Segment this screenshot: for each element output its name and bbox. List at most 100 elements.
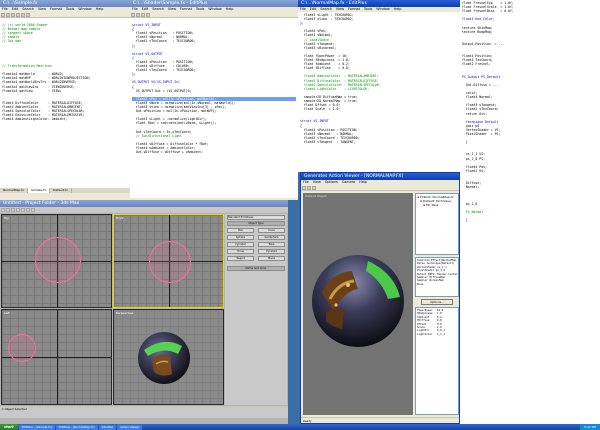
object-type-buttons: Box Cone Sphere GeoSphere Cylinder Tube Torus P… bbox=[225, 227, 287, 262]
save-file-button[interactable] bbox=[141, 13, 145, 17]
fx-viewer-titlebar[interactable]: Generates Action Viewer - [NORMALMAP.FX] bbox=[301, 173, 459, 180]
open-file-button[interactable] bbox=[136, 13, 140, 17]
editor-left-code[interactable]: // (c) world 2006 Shader// Normal map sa… bbox=[0, 18, 148, 188]
menu-item-camera[interactable]: Camera bbox=[342, 180, 355, 184]
save-file-button[interactable] bbox=[11, 13, 15, 17]
viewport-top[interactable]: Top bbox=[1, 214, 112, 308]
cut-button[interactable] bbox=[16, 13, 20, 17]
menu-item-tools[interactable]: Tools bbox=[66, 7, 74, 11]
property-value[interactable]: 1,1,1 bbox=[437, 333, 457, 336]
torus-button[interactable]: Torus bbox=[227, 249, 254, 254]
menu-item-view[interactable]: View bbox=[168, 7, 176, 11]
menu-item-window[interactable]: Window bbox=[208, 7, 221, 11]
menu-item-window[interactable]: Window bbox=[376, 7, 389, 11]
start-button[interactable]: start bbox=[0, 424, 18, 430]
menu-item-format[interactable]: Format bbox=[348, 7, 360, 11]
menu-item-edit[interactable]: Edit bbox=[310, 7, 317, 11]
pyramid-button[interactable]: Pyramid bbox=[258, 249, 285, 254]
material-editor-icon[interactable] bbox=[26, 208, 30, 212]
menu-item-tools[interactable]: Tools bbox=[196, 7, 204, 11]
menu-item-options[interactable]: Options bbox=[325, 180, 338, 184]
property-row[interactable]: LightColor 1,1,1 bbox=[417, 333, 457, 336]
menu-item-search[interactable]: Search bbox=[320, 7, 332, 11]
tube-button[interactable]: Tube bbox=[258, 242, 285, 247]
code-line: float3 vTangent : TANGENT; bbox=[300, 139, 356, 144]
geosphere-button[interactable]: GeoSphere bbox=[258, 235, 285, 240]
move-tool-icon[interactable] bbox=[6, 208, 10, 212]
play-icon[interactable] bbox=[312, 186, 316, 190]
menu-item-help[interactable]: Help bbox=[96, 7, 104, 11]
menu-item-view[interactable]: View bbox=[336, 7, 344, 11]
cone-button[interactable]: Cone bbox=[258, 228, 285, 233]
box-button[interactable]: Box bbox=[227, 228, 254, 233]
render-icon[interactable] bbox=[31, 208, 35, 212]
link-tool-icon[interactable] bbox=[21, 208, 25, 212]
taskbar-item[interactable]: Action Viewer bbox=[117, 424, 143, 430]
copy-button[interactable] bbox=[21, 13, 25, 17]
viewport-label: Perspective bbox=[116, 311, 134, 315]
file-tab[interactable]: Sample.fx bbox=[27, 188, 51, 193]
render-viewport[interactable]: Default Object bbox=[303, 193, 413, 415]
find-button[interactable] bbox=[146, 13, 150, 17]
taskbar-item[interactable]: 3ds Max bbox=[98, 424, 117, 430]
file-tab[interactable]: Default.fx bbox=[50, 188, 72, 193]
new-file-button[interactable] bbox=[131, 13, 135, 17]
menu-item-format[interactable]: Format bbox=[50, 7, 62, 11]
editor-left-titlebar[interactable]: C:\...\Sample.fx bbox=[0, 0, 148, 7]
sphere-button[interactable]: Sphere bbox=[227, 235, 254, 240]
taskbar-item[interactable]: EditPlus - [NormalMap.fx] bbox=[55, 424, 98, 430]
effect-tree[interactable]: ▪ FXRoot: NormalMap.fx ▪ Default: Techniq… bbox=[415, 193, 459, 255]
tree-node[interactable]: ▪ P0: Pass bbox=[417, 203, 457, 207]
menu-item-help[interactable]: Help bbox=[226, 7, 234, 11]
file-tab[interactable]: NormalMap.fx bbox=[0, 188, 28, 193]
menu-item-search[interactable]: Search bbox=[152, 7, 164, 11]
new-file-button[interactable] bbox=[1, 13, 5, 17]
menu-item-edit[interactable]: Edit bbox=[12, 7, 19, 11]
editor-window-right: C:\...\NormalMap.fx - EditPlus File Edit S… bbox=[298, 0, 460, 172]
menu-item-file[interactable]: File bbox=[132, 7, 138, 11]
property-grid[interactable]: fSpecPower 16.0 fBumpiness 1.0 fAmbient 0.2 fD… bbox=[415, 307, 459, 415]
menu-item-format[interactable]: Format bbox=[180, 7, 192, 11]
menu-item-file[interactable]: File bbox=[2, 7, 8, 11]
editor-mid-titlebar[interactable]: C:\...\Shader\Sample.fx - EditPlus bbox=[130, 0, 298, 7]
viewport-label: Top bbox=[4, 216, 10, 220]
menu-item-help[interactable]: Help bbox=[394, 7, 402, 11]
object-type-row: Box Cone bbox=[225, 227, 287, 234]
primitive-type-dropdown[interactable]: Standard Primitives bbox=[227, 215, 285, 220]
paste-button[interactable] bbox=[26, 13, 30, 17]
menu-item-file[interactable]: File bbox=[303, 180, 309, 184]
editor-window-left: C:\...\Sample.fx File Edit Search View Forma… bbox=[0, 0, 148, 200]
teapot-button[interactable]: Teapot bbox=[227, 256, 254, 261]
menu-item-tools[interactable]: Tools bbox=[364, 7, 372, 11]
options-button[interactable]: Options... bbox=[421, 299, 453, 305]
scale-tool-icon[interactable] bbox=[16, 208, 20, 212]
name-and-color-header[interactable]: Name and Color bbox=[227, 266, 285, 271]
cylinder-button[interactable]: Cylinder bbox=[227, 242, 254, 247]
plane-button[interactable]: Plane bbox=[258, 256, 285, 261]
reload-icon[interactable] bbox=[307, 186, 311, 190]
menu-item-search[interactable]: Search bbox=[22, 7, 34, 11]
object-type-row: Torus Pyramid bbox=[225, 248, 287, 255]
max-titlebar[interactable]: Untitled - Project Folder - 3ds Max bbox=[0, 200, 288, 207]
menu-item-file[interactable]: File bbox=[300, 7, 306, 11]
rotate-tool-icon[interactable] bbox=[11, 208, 15, 212]
editor-right-code[interactable]: float3 vLight : TEXCOORD1; float3 vView … bbox=[298, 12, 460, 172]
viewport-perspective[interactable]: Perspective bbox=[113, 309, 224, 405]
open-file-button[interactable] bbox=[6, 13, 10, 17]
taskbar-item[interactable]: EditPlus - [Sample.fx] bbox=[18, 424, 55, 430]
editor-far-code[interactable]: float FresnelExp = 1.0f; float FresnelSca… bbox=[460, 0, 600, 424]
open-effect-icon[interactable] bbox=[302, 186, 306, 190]
viewport-front[interactable]: Front bbox=[113, 214, 224, 308]
viewport-left[interactable]: Left bbox=[1, 309, 112, 405]
menu-item-edit[interactable]: Edit bbox=[142, 7, 149, 11]
menu-item-help[interactable]: Help bbox=[359, 180, 367, 184]
select-tool-icon[interactable] bbox=[1, 208, 5, 212]
menu-item-view[interactable]: View bbox=[38, 7, 46, 11]
menu-item-window[interactable]: Window bbox=[78, 7, 91, 11]
editor-right-titlebar[interactable]: C:\...\NormalMap.fx - EditPlus bbox=[298, 0, 460, 7]
menu-item-view[interactable]: View bbox=[313, 180, 321, 184]
fx-viewer-window: Generates Action Viewer - [NORMALMAP.FX]… bbox=[300, 172, 460, 424]
editor-mid-code[interactable]: struct VS_INPUT{ float4 vPosition : POSI… bbox=[130, 18, 298, 198]
compile-log: Compiled Effect[NormalMap.fx] Parse Tech… bbox=[415, 257, 459, 297]
object-type-header[interactable]: Object Type bbox=[227, 221, 285, 226]
